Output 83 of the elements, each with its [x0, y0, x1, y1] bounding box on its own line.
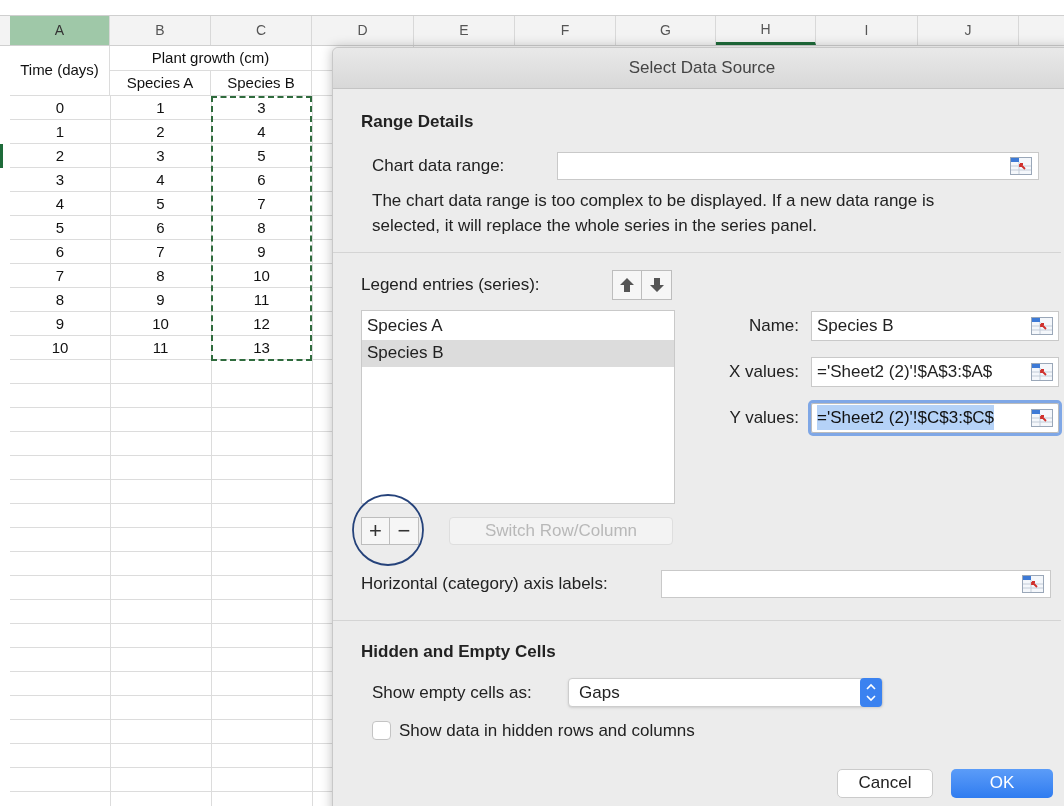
column-header[interactable]: B: [110, 16, 211, 45]
arrow-down-icon: [648, 276, 665, 293]
checkbox-label: Show data in hidden rows and columns: [399, 720, 695, 742]
input-field[interactable]: [557, 151, 1039, 180]
dialog-title: Select Data Source: [628, 57, 776, 80]
column-header[interactable]: G: [616, 16, 716, 45]
input-field[interactable]: [661, 569, 1051, 598]
field-label: Legend entries (series):: [361, 273, 540, 296]
input-field[interactable]: Species B: [811, 310, 1059, 341]
table-cell-text: 11: [152, 337, 169, 358]
column-header[interactable]: D: [312, 16, 414, 45]
table-cell-text: 8: [55, 289, 65, 310]
arrow-up-icon: [619, 276, 635, 293]
add-button[interactable]: +: [361, 516, 390, 545]
column-header[interactable]: A: [10, 16, 110, 45]
table-cell-text: 7: [257, 193, 266, 214]
dropdown[interactable]: Gaps: [568, 678, 883, 707]
table-cell-text: 10: [152, 313, 169, 334]
field-label: Horizontal (category) axis labels:: [361, 572, 609, 595]
field-label: Chart data range:: [372, 154, 506, 177]
range-picker-icon[interactable]: [1022, 574, 1044, 593]
table-cell-text: 7: [156, 241, 165, 262]
table-cell-text: 5: [55, 217, 65, 238]
column-header[interactable]: C: [211, 16, 312, 45]
stepper-icon: [860, 678, 882, 707]
range-picker-icon[interactable]: [1031, 362, 1053, 381]
field-value: Species B: [817, 314, 894, 337]
table-cell-text: 4: [257, 121, 266, 142]
table-cell-text: 0: [55, 97, 65, 118]
range-picker-icon[interactable]: [1031, 408, 1053, 427]
header-cell-text: Species A: [126, 72, 194, 93]
table-cell-text: 6: [156, 217, 165, 238]
table-cell-text: 4: [55, 193, 65, 214]
series-item[interactable]: Species B: [362, 339, 674, 367]
table-cell-text: 9: [257, 241, 266, 262]
table-cell-text: 4: [156, 169, 165, 190]
header-cell-text: Plant growth (cm): [151, 47, 270, 68]
table-cell-text: 9: [55, 313, 65, 334]
range-picker-icon[interactable]: [1031, 316, 1053, 335]
table-cell-text: 6: [55, 241, 65, 262]
column-header[interactable]: F: [515, 16, 616, 45]
header-cell-text: Time (days): [20, 60, 99, 81]
header-cell-text: Species B: [227, 72, 295, 93]
dialog-button[interactable]: Cancel: [837, 768, 933, 798]
input-field[interactable]: ='Sheet2 (2)'!$C$3:$C$: [811, 402, 1059, 433]
range-picker-icon[interactable]: [1010, 156, 1032, 175]
column-header[interactable]: E: [414, 16, 515, 45]
table-cell-text: 1: [55, 121, 65, 142]
field-value: ='Sheet2 (2)'!$A$3:$A$: [817, 360, 993, 383]
checkbox[interactable]: [372, 721, 391, 741]
table-cell-text: 13: [253, 337, 270, 358]
section-heading: Range Details: [361, 111, 475, 133]
table-cell-text: 5: [156, 193, 165, 214]
table-cell-text: 2: [156, 121, 165, 142]
field-label: Name:: [748, 314, 799, 337]
info-text: The chart data range is too complex to be displayed. If a new data range is selected, it will replace the whole series in the series panel.: [371, 189, 936, 237]
table-cell-text: 1: [156, 97, 165, 118]
field-label: Show empty cells as:: [372, 681, 533, 704]
field-label: X values:: [729, 360, 799, 383]
table-cell-text: 3: [257, 97, 266, 118]
table-cell-text: 9: [156, 289, 165, 310]
move-up-button[interactable]: [612, 269, 642, 300]
section-heading: Hidden and Empty Cells: [361, 640, 557, 663]
table-cell-text: 8: [257, 217, 266, 238]
column-header[interactable]: J: [918, 16, 1019, 45]
table-cell-text: 11: [253, 289, 270, 310]
table-cell-text: 12: [253, 313, 270, 334]
table-cell-text: 3: [55, 169, 65, 190]
table-cell-text: 5: [257, 145, 266, 166]
field-label: Y values:: [729, 406, 799, 429]
table-cell-text: 3: [156, 145, 165, 166]
table-cell-text: 6: [257, 169, 266, 190]
move-down-button[interactable]: [642, 269, 672, 300]
table-cell-text: 7: [55, 265, 65, 286]
table-cell-text: 8: [156, 265, 165, 286]
field-value: ='Sheet2 (2)'!$C$3:$C$: [817, 404, 995, 431]
column-header[interactable]: I: [816, 16, 918, 45]
input-field[interactable]: ='Sheet2 (2)'!$A$3:$A$: [811, 356, 1059, 387]
series-item[interactable]: Species A: [362, 312, 674, 340]
table-cell-text: 10: [51, 337, 69, 358]
table-cell-text: 2: [55, 145, 65, 166]
table-cell-text: 10: [253, 265, 270, 286]
remove-button[interactable]: −: [390, 516, 419, 545]
